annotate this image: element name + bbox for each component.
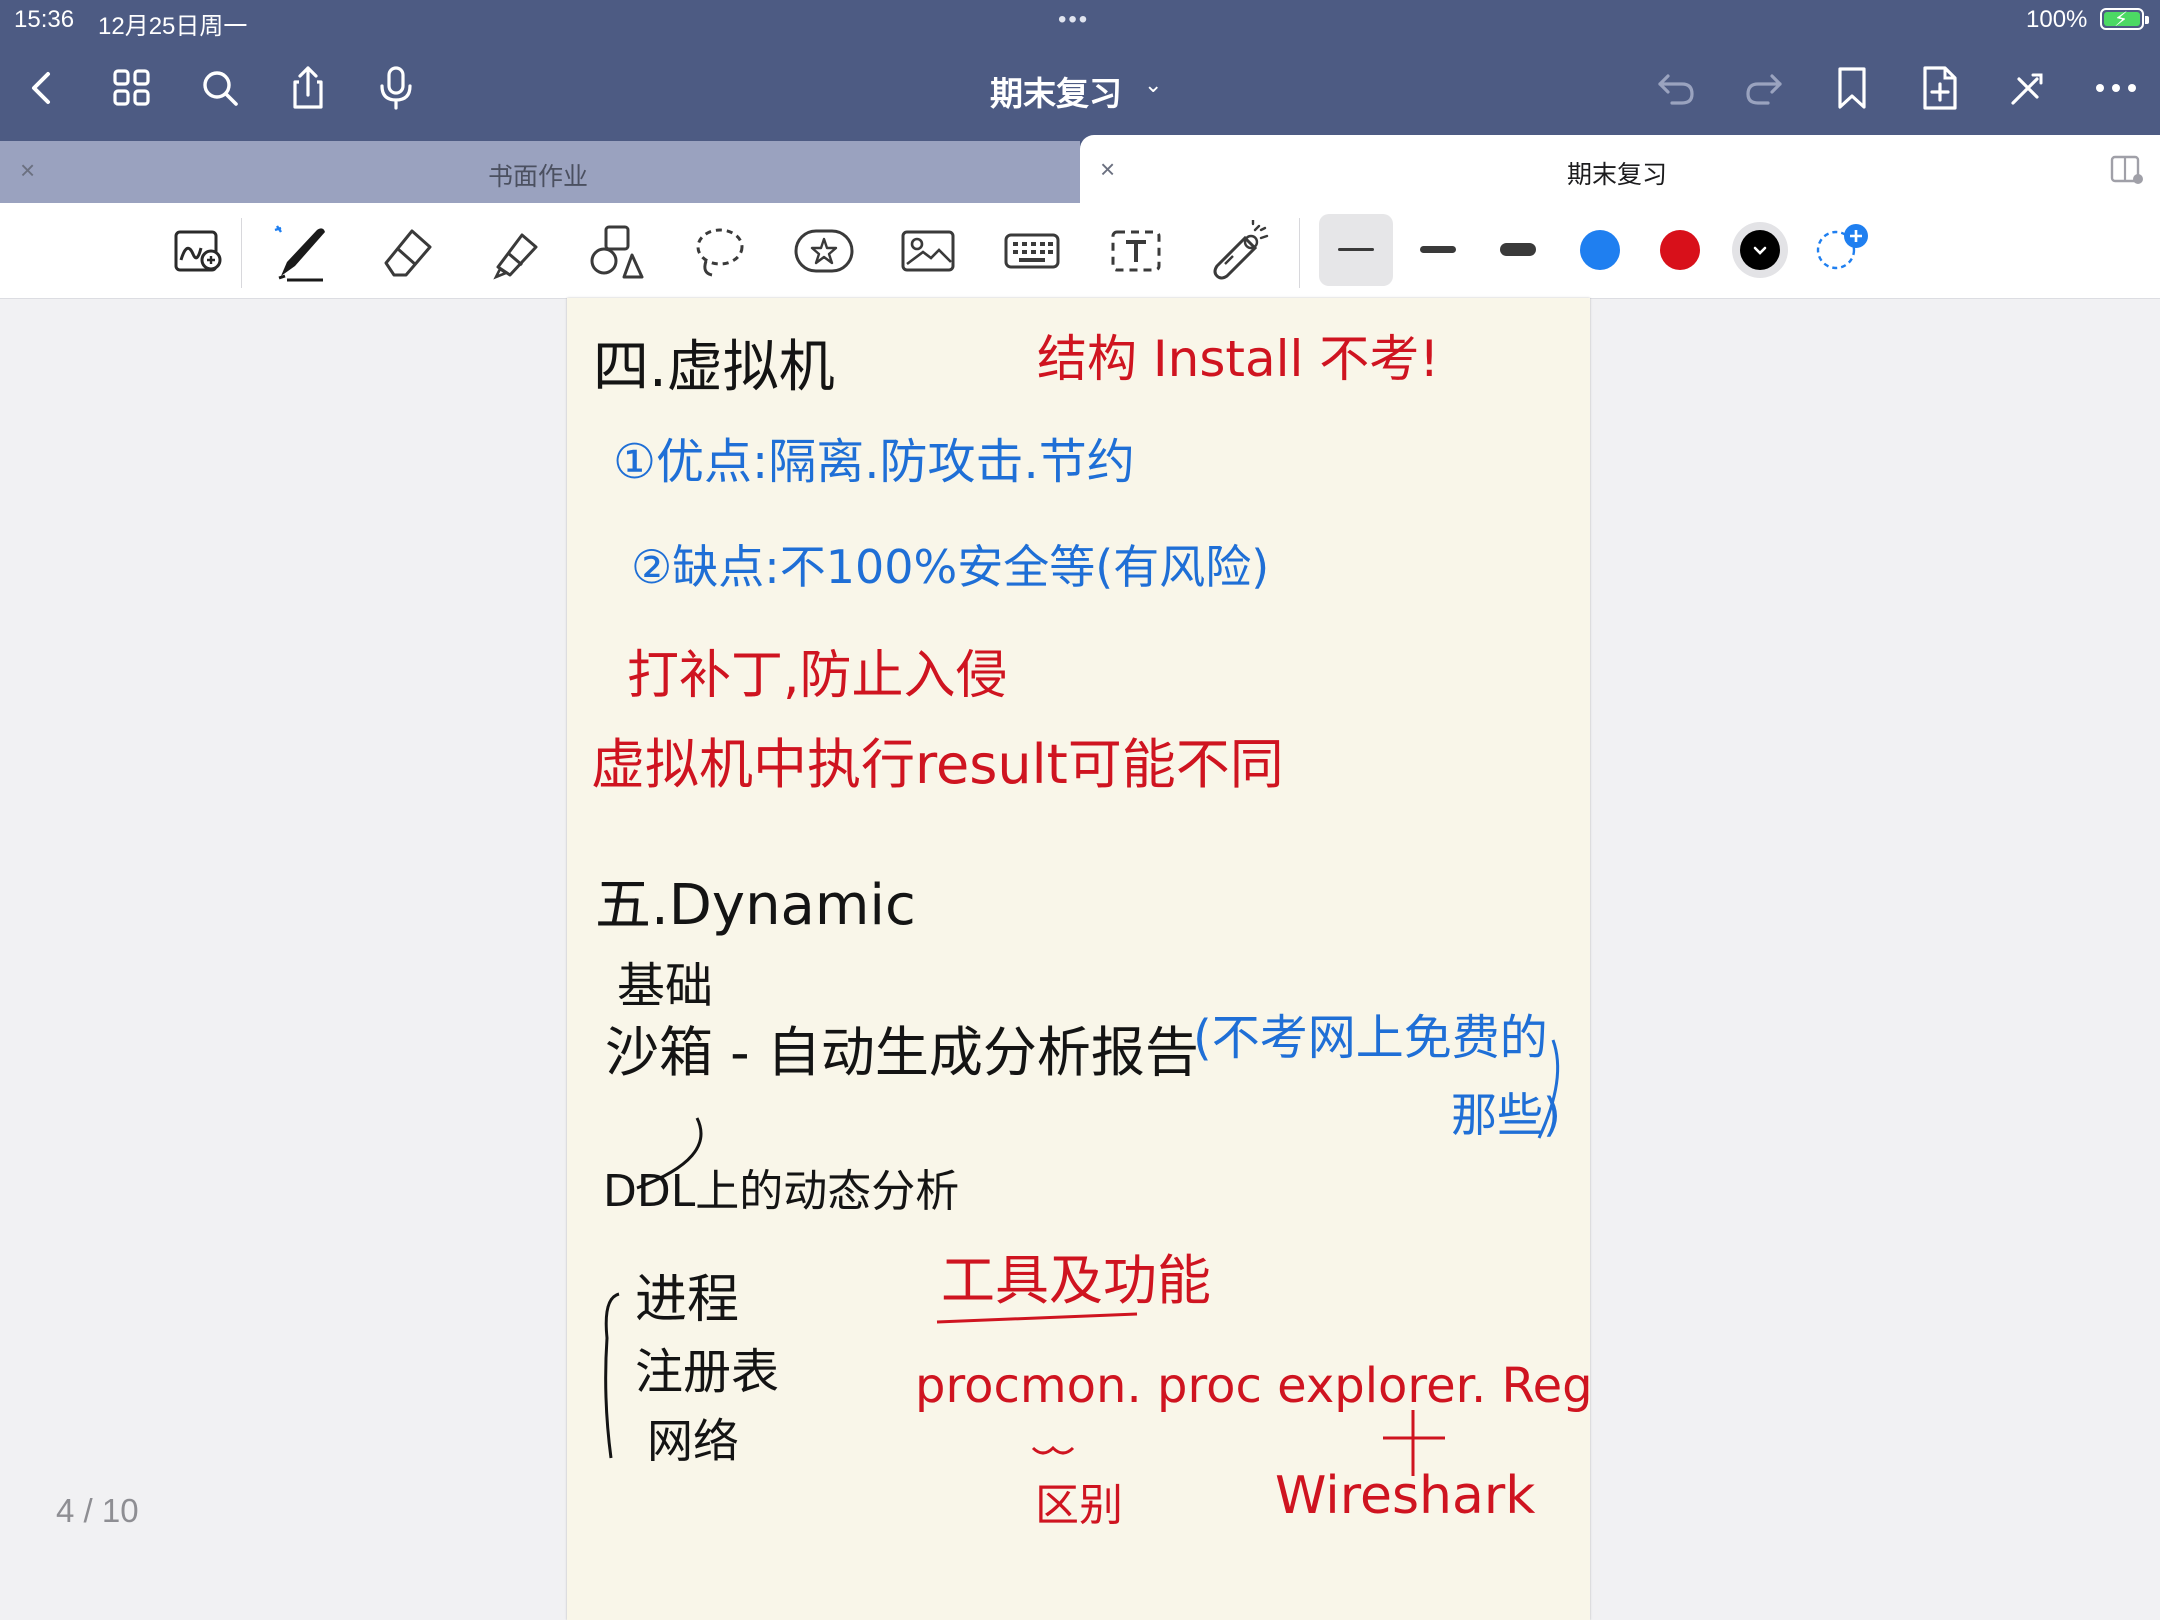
toolbar-divider	[1299, 218, 1300, 288]
tab-final-review-label: 期末复习	[1567, 161, 1668, 189]
chevron-down-icon[interactable]: ⌄	[1144, 72, 1162, 98]
ink-stroke	[604, 1292, 620, 1459]
document-title[interactable]: 期末复习	[990, 67, 1122, 115]
note-advantages: ①优点:隔离.防攻击.节约	[613, 434, 1135, 490]
add-color-button[interactable]	[1812, 222, 1872, 279]
note-registry: 注册表	[635, 1344, 780, 1400]
close-icon[interactable]: ×	[20, 155, 35, 186]
battery-icon: ⚡	[2100, 8, 2149, 31]
multitask-handle[interactable]: •••	[1058, 6, 1089, 34]
share-icon[interactable]	[280, 60, 336, 116]
image-icon[interactable]	[890, 213, 966, 289]
note-ddl: DDL上的动态分析	[603, 1166, 960, 1217]
toolbar-divider	[241, 218, 242, 288]
note-patch: 打补丁,防止入侵	[627, 646, 1008, 706]
note-difference: 区别	[1035, 1480, 1123, 1531]
notebook-page[interactable]: 四.虚拟机 结构 Install 不考! ①优点:隔离.防攻击.节约 ②缺点:不…	[567, 298, 1590, 1620]
note-tools-list: procmon. proc explorer. Regshot.	[915, 1358, 1590, 1414]
close-toolbar-icon[interactable]	[2000, 60, 2056, 116]
bookmark-icon[interactable]	[1824, 60, 1880, 116]
note-sandbox-remark: (不考网上免费的	[1193, 1010, 1548, 1066]
redo-icon[interactable]	[1736, 60, 1792, 116]
close-icon[interactable]: ×	[1100, 154, 1115, 185]
highlighter-icon[interactable]	[474, 213, 550, 289]
note-sandbox: 沙箱 - 自动生成分析报告	[605, 1021, 1199, 1084]
note-section4-remark: 结构 Install 不考!	[1037, 330, 1440, 388]
note-process: 进程	[635, 1270, 740, 1330]
grid-icon[interactable]	[104, 60, 160, 116]
color-swatch-black[interactable]	[1740, 230, 1780, 270]
stroke-thick-option[interactable]	[1500, 243, 1536, 256]
shapes-icon[interactable]	[578, 213, 654, 289]
page-counter: 4 / 10	[56, 1492, 139, 1529]
split-view-icon[interactable]	[2110, 155, 2144, 190]
stroke-thin-option[interactable]	[1338, 248, 1374, 251]
note-vm-result: 虚拟机中执行result可能不同	[591, 733, 1284, 796]
undo-icon[interactable]	[1648, 60, 1704, 116]
keyboard-icon[interactable]	[994, 213, 1070, 289]
note-network: 网络	[647, 1414, 739, 1468]
status-time: 15:36	[14, 6, 75, 33]
note-sandbox-remark-2: 那些)	[1451, 1088, 1561, 1142]
laser-pointer-icon[interactable]	[1202, 213, 1278, 289]
status-date: 12月25日周一	[98, 13, 248, 40]
note-basics: 基础	[617, 958, 714, 1014]
more-icon[interactable]	[2088, 60, 2144, 116]
note-disadvantages: ②缺点:不100%安全等(有风险)	[631, 540, 1270, 594]
ink-stroke	[936, 1312, 1138, 1324]
microphone-icon[interactable]	[368, 60, 424, 116]
lasso-icon[interactable]	[682, 213, 758, 289]
color-swatch-red[interactable]	[1660, 230, 1700, 270]
search-icon[interactable]	[192, 60, 248, 116]
add-page-icon[interactable]	[1912, 60, 1968, 116]
note-section4-title: 四.虚拟机	[593, 335, 835, 400]
zoom-window-icon[interactable]	[162, 213, 238, 289]
chevron-down-icon	[1753, 246, 1767, 255]
pen-icon[interactable]	[262, 213, 338, 289]
text-box-icon[interactable]	[1098, 213, 1174, 289]
ink-stroke	[1031, 1445, 1075, 1455]
battery-percentage: 100%	[2026, 6, 2088, 33]
stroke-medium-option[interactable]	[1420, 246, 1456, 253]
back-icon[interactable]	[14, 60, 70, 116]
sticker-icon[interactable]	[786, 213, 862, 289]
note-section5-title: 五.Dynamic	[595, 873, 916, 938]
eraser-icon[interactable]	[370, 213, 446, 289]
note-wireshark: Wireshark	[1275, 1466, 1536, 1526]
tab-homework-label: 书面作业	[488, 163, 589, 191]
note-tools-title: 工具及功能	[941, 1249, 1211, 1312]
color-swatch-blue[interactable]	[1580, 230, 1620, 270]
